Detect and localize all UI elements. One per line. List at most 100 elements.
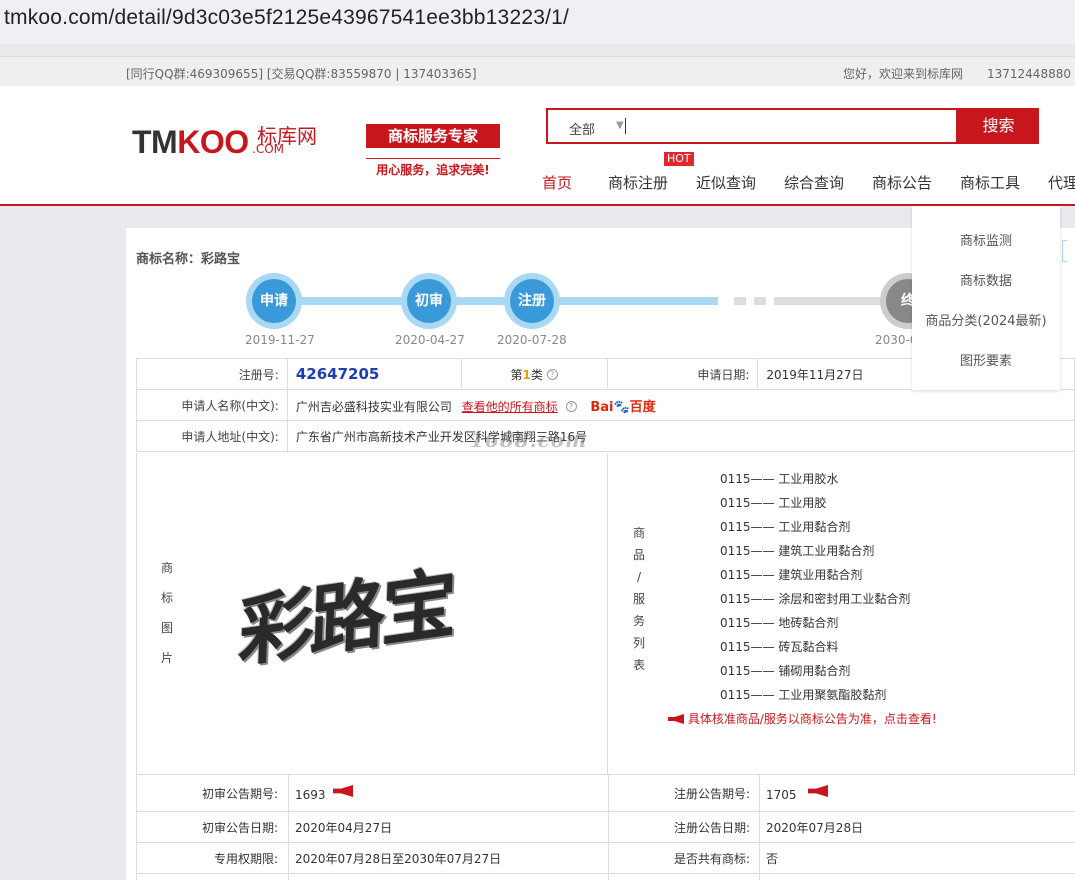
logo-cn: 标库网	[257, 124, 317, 148]
site-logo[interactable]: TMKOO	[132, 124, 249, 161]
shared-label: 是否共有商标:	[673, 852, 750, 866]
browser-address-bar[interactable]: tmkoo.com/detail/9d3c03e5f2125e43967541e…	[0, 0, 1075, 44]
menu-item-monitor[interactable]: 商标监测	[912, 230, 1060, 249]
site-header: TMKOO .COM 标库网 商标服务专家 用心服务，追求完美! 全部 ▼ 搜索…	[0, 86, 1075, 206]
goods-name: 涂层和密封用工业黏合剂	[778, 592, 911, 606]
goods-code: 0115——	[720, 592, 775, 606]
address-label: 申请人地址(中文):	[136, 420, 288, 452]
progress-gap-2	[754, 297, 766, 305]
menu-item-data[interactable]: 商标数据	[912, 270, 1060, 289]
help-icon[interactable]: ?	[565, 400, 577, 412]
divider	[607, 453, 608, 775]
goods-code: 0115——	[720, 568, 775, 582]
goods-code: 0115——	[720, 520, 775, 534]
slogan-badge: 商标服务专家	[366, 124, 500, 148]
goods-item: 0115—— 工业用胶水	[720, 470, 838, 487]
search-button[interactable]: 搜索	[958, 108, 1039, 144]
goods-name: 工业用黏合剂	[778, 520, 851, 534]
nav-tm-tools[interactable]: 商标工具	[960, 172, 1020, 193]
goods-item: 0115—— 建筑工业用黏合剂	[720, 542, 874, 559]
panel-edge-button[interactable]	[1062, 240, 1067, 262]
class-number: 1	[522, 367, 531, 382]
goods-label: 商 品 / 服 务 列 表	[632, 522, 646, 676]
class-suffix: 类	[530, 367, 543, 382]
megaphone-icon	[668, 714, 684, 724]
divider	[137, 873, 1075, 874]
trademark-name-label: 商标名称：	[136, 252, 202, 267]
search-input[interactable]: 全部 ▼	[546, 108, 958, 144]
menu-item-classification[interactable]: 商品分类(2024最新)	[912, 310, 1060, 329]
goods-item: 0115—— 砖瓦黏合料	[720, 638, 838, 655]
step-prelim-label: 初审	[407, 279, 451, 323]
goods-label-char: 品	[632, 548, 645, 562]
logo-tm: TM	[132, 124, 178, 160]
hot-badge: HOT	[664, 152, 694, 166]
reg-no-cell: 42647205	[286, 358, 462, 390]
goods-code: 0115——	[720, 688, 775, 702]
divider	[137, 842, 1075, 843]
nav-agency[interactable]: 代理	[1048, 172, 1075, 193]
search-scope-select[interactable]: 全部	[569, 119, 595, 138]
goods-item: 0115—— 工业用胶	[720, 494, 826, 511]
divider	[759, 775, 760, 880]
menu-item-figurative[interactable]: 图形要素	[912, 350, 1060, 369]
apply-date-label: 申请日期:	[606, 358, 759, 390]
baidu-search-link[interactable]: Bai🐾百度	[590, 400, 655, 415]
goods-item: 0115—— 建筑业用黏合剂	[720, 566, 862, 583]
view-all-trademarks-link[interactable]: 查看他的所有商标	[462, 400, 558, 414]
nav-tm-register[interactable]: 商标注册	[608, 172, 668, 193]
top-info-bar: [同行QQ群:469309655] [交易QQ群:83559870 | 1374…	[0, 56, 1075, 86]
goods-name: 砖瓦黏合料	[778, 640, 839, 654]
nav-similar-search[interactable]: 近似查询	[696, 172, 756, 193]
table-row: 申请人名称(中文): 广州吉必盛科技实业有限公司 查看他的所有商标 ? Bai🐾…	[136, 389, 1075, 421]
welcome-text: 您好，欢迎来到标库网	[843, 67, 964, 81]
slogan-subtitle: 用心服务，追求完美!	[366, 158, 500, 178]
address-value: 广东省广州市高新技术产业开发区科学城南翔三路16号	[286, 420, 1075, 452]
trademark-image-text: 彩路宝	[237, 557, 455, 678]
nav-general-search[interactable]: 综合查询	[784, 172, 844, 193]
class-cell: 第1类 ?	[460, 358, 608, 390]
baidu-bai: Bai	[590, 399, 614, 415]
step-prelim: 初审	[401, 273, 457, 329]
applicant-label: 申请人名称(中文):	[136, 389, 288, 421]
goods-code: 0115——	[720, 640, 775, 654]
help-icon[interactable]: ?	[546, 368, 558, 380]
image-label-char: 图	[160, 621, 173, 635]
goods-name: 建筑工业用黏合剂	[778, 544, 875, 558]
goods-code: 0115——	[720, 544, 775, 558]
goods-name: 地砖黏合剂	[778, 616, 839, 630]
image-label-char: 商	[160, 561, 173, 575]
goods-label-char: 列	[632, 636, 645, 650]
prelim-date-label: 初审公告日期:	[201, 821, 278, 835]
trademark-image[interactable]: 彩路宝	[237, 530, 498, 690]
term-label: 专用权期限:	[213, 852, 278, 866]
goods-name: 工业用胶水	[778, 472, 839, 486]
divider	[137, 811, 1075, 812]
goods-notice-link[interactable]: 具体核准商品/服务以商标公告为准，点击查看!	[668, 710, 937, 727]
goods-item: 0115—— 工业用黏合剂	[720, 518, 850, 535]
progress-bar-done	[274, 297, 718, 305]
reg-no-value: 42647205	[295, 365, 380, 383]
step-register-date: 2020-07-28	[497, 333, 567, 347]
goods-label-char: 商	[632, 526, 645, 540]
logo-koo: KOO	[177, 124, 249, 160]
applicant-value: 广州吉必盛科技实业有限公司	[295, 399, 452, 414]
chevron-down-icon[interactable]: ▼	[616, 120, 624, 131]
goods-item: 0115—— 铺砌用黏合剂	[720, 662, 850, 679]
qq-groups-text: [同行QQ群:469309655] [交易QQ群:83559870 | 1374…	[126, 67, 477, 81]
goods-label-char: 务	[632, 614, 645, 628]
reg-issue-label: 注册公告期号:	[673, 787, 750, 801]
text-cursor	[625, 118, 626, 134]
url-text[interactable]: tmkoo.com/detail/9d3c03e5f2125e43967541e…	[4, 6, 569, 30]
reg-no-label: 注册号:	[136, 358, 288, 390]
reg-date-label: 注册公告日期:	[673, 821, 750, 835]
nav-tm-announcement[interactable]: 商标公告	[872, 172, 932, 193]
phone-text: 13712448880 (微	[987, 67, 1075, 81]
divider	[288, 775, 289, 880]
step-apply-label: 申请	[252, 279, 296, 323]
nav-home[interactable]: 首页	[542, 172, 572, 193]
step-register-label: 注册	[510, 279, 554, 323]
goods-label-char: /	[636, 570, 642, 584]
shared-value: 否	[766, 852, 779, 866]
watermark: 1688.com	[470, 428, 588, 452]
